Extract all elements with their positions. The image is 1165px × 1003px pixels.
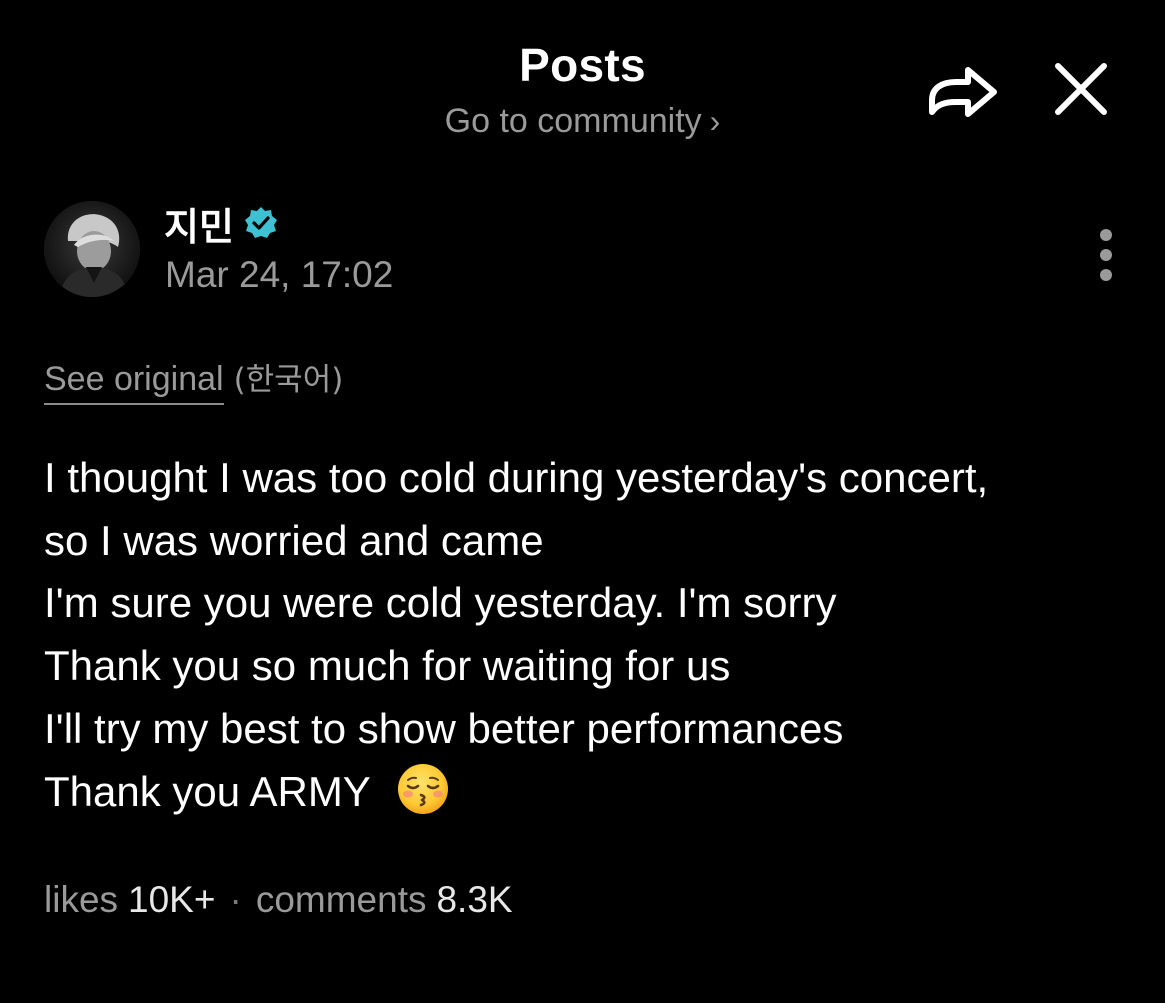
original-language: (한국어) [233,362,344,398]
post-line: I'm sure you were cold yesterday. I'm so… [44,579,837,627]
community-link-label: Go to community [444,102,702,140]
translation-row: See original (한국어) [44,354,343,405]
post-timestamp: Mar 24, 17:02 [165,254,394,295]
kissing-face-with-closed-eyes-emoji [397,763,448,814]
close-x-icon [1055,63,1107,115]
profile-photo [44,201,140,297]
likes-count[interactable]: 10K+ [128,879,215,920]
post-line: I'll try my best to show better performa… [44,704,844,752]
share-button[interactable] [922,56,1002,122]
post-line: I thought I was too cold during yesterda… [44,454,989,501]
verified-badge-icon [244,207,277,238]
post-body: I thought I was too cold during yesterda… [44,447,1144,823]
likes-label[interactable]: likes [44,879,118,920]
author-name[interactable]: 지민 [164,196,234,251]
avatar[interactable] [44,201,140,297]
chevron-right-icon: › [709,103,721,139]
header: Posts Go to community › [0,0,1165,160]
more-options-button[interactable] [1088,222,1124,294]
post-stats: likes 10K+ · comments 8.3K [44,879,513,921]
stats-separator: · [229,879,242,920]
comments-label[interactable]: comments [256,879,427,920]
vertical-dots-icon [1100,229,1112,281]
post-line-last: Thank you ARMY [44,761,1144,824]
close-button[interactable] [1048,56,1114,122]
post-line-text: Thank you ARMY [44,767,371,815]
post-line: so I was worried and came [44,516,544,564]
author-row: 지민 [164,196,278,251]
see-original-link[interactable]: See original [44,360,224,405]
comments-count[interactable]: 8.3K [436,879,512,920]
post-line: Thank you so much for waiting for us [44,642,731,690]
share-arrow-icon [929,67,997,117]
